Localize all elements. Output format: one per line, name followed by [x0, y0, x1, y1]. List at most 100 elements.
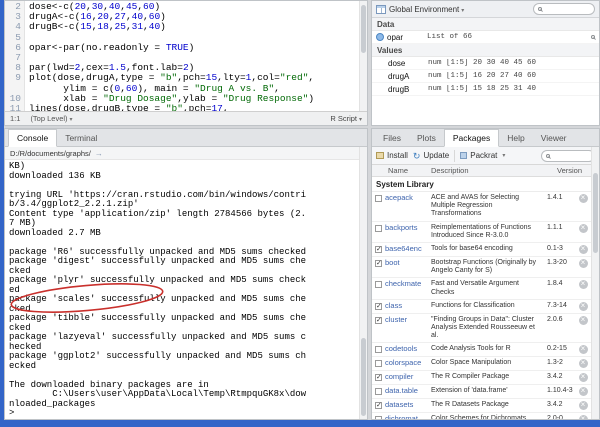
- remove-package-icon[interactable]: ×: [578, 194, 588, 203]
- package-description: Bootstrap Functions (Originally by Angel…: [431, 259, 537, 275]
- package-name-link[interactable]: compiler: [385, 373, 431, 381]
- file-type-selector[interactable]: R Script ▾: [330, 114, 362, 123]
- update-button[interactable]: ↻ Update: [413, 151, 449, 160]
- console-line: >: [9, 408, 15, 418]
- tab-help[interactable]: Help: [499, 129, 532, 146]
- environment-item[interactable]: drugB num [1:5] 15 18 25 31 40: [372, 83, 599, 96]
- editor-code[interactable]: dose<-c(20,30,40,45,60) drugA<-c(16,20,27…: [25, 1, 359, 111]
- tab-files[interactable]: Files: [375, 129, 409, 146]
- install-icon: [376, 152, 384, 159]
- environment-search-input[interactable]: [545, 5, 590, 13]
- package-loaded-checkbox[interactable]: ✓: [375, 374, 382, 382]
- package-loaded-checkbox[interactable]: ✓: [375, 246, 382, 254]
- package-row: ✓ base64enc Tools for base64 encoding 0.1-3…: [372, 243, 591, 258]
- tab-plots[interactable]: Plots: [409, 129, 444, 146]
- list-object-icon[interactable]: [376, 33, 384, 41]
- package-checkbox-cell: ✓: [372, 316, 385, 324]
- remove-package-icon[interactable]: ×: [578, 373, 588, 383]
- package-checkbox-cell: ✓: [372, 401, 385, 410]
- remove-package-icon[interactable]: ×: [578, 359, 588, 369]
- package-loaded-checkbox[interactable]: [375, 388, 382, 396]
- environment-item-value: num [1:5] 15 18 25 31 40: [428, 85, 537, 93]
- remove-package-icon[interactable]: ×: [578, 245, 588, 255]
- environment-item[interactable]: drugA num [1:5] 16 20 27 40 60: [372, 70, 599, 83]
- remove-package-icon[interactable]: ×: [578, 280, 588, 290]
- package-version: 1.4.1: [547, 194, 563, 201]
- console-line: package 'scales' successfully unpacked a…: [9, 294, 307, 304]
- package-loaded-checkbox[interactable]: [375, 224, 382, 232]
- remove-package-icon[interactable]: ×: [578, 415, 588, 419]
- packages-scrollbar-thumb[interactable]: [593, 173, 598, 253]
- package-row: dichromat Color Schemes for Dichromats 2.0…: [372, 413, 591, 419]
- remove-package-icon[interactable]: ×: [578, 315, 588, 325]
- packrat-icon: [460, 152, 468, 159]
- environment-pane: Global Environment ▾ Data opar List of 66 Va…: [371, 0, 600, 126]
- packages-search-input[interactable]: [553, 152, 590, 159]
- package-name-link[interactable]: acepack: [385, 193, 431, 202]
- package-description: Fast and Versatile Argument Checks: [431, 280, 519, 296]
- package-version: 1.10.4-3: [547, 387, 573, 395]
- package-name-link[interactable]: dichromat: [385, 415, 431, 419]
- editor-scrollbar-thumb[interactable]: [361, 5, 366, 53]
- package-checkbox-cell: [372, 194, 385, 202]
- tab-console[interactable]: Console: [8, 129, 58, 147]
- environment-item[interactable]: opar List of 66: [372, 31, 599, 44]
- tab-packages[interactable]: Packages: [443, 129, 500, 147]
- package-name-link[interactable]: data.table: [385, 387, 431, 395]
- package-loaded-checkbox[interactable]: [375, 360, 382, 368]
- code-line: lines(dose,drugB,type = "b",pch=17,: [29, 102, 229, 111]
- package-description: The R Compiler Package: [431, 373, 510, 381]
- remove-package-icon[interactable]: ×: [578, 387, 588, 397]
- code-line: drugB<-c(15,18,25,31,40): [29, 21, 166, 33]
- package-name-link[interactable]: cluster: [385, 315, 431, 324]
- environment-scope-dropdown[interactable]: Global Environment ▾: [389, 5, 464, 14]
- environment-item-name: drugB: [388, 84, 410, 94]
- remove-package-icon[interactable]: ×: [578, 345, 588, 355]
- package-name-link[interactable]: class: [385, 301, 431, 310]
- package-loaded-checkbox[interactable]: ✓: [375, 260, 382, 268]
- package-name-link[interactable]: codetools: [385, 345, 431, 353]
- package-remove-cell: ×: [577, 315, 589, 325]
- console-scrollbar-thumb[interactable]: [361, 338, 366, 416]
- package-loaded-checkbox[interactable]: [375, 195, 382, 202]
- remove-package-icon[interactable]: ×: [578, 259, 588, 269]
- package-loaded-checkbox[interactable]: ✓: [375, 316, 382, 324]
- search-icon: [538, 7, 542, 11]
- package-remove-cell: ×: [577, 280, 589, 290]
- packrat-button[interactable]: Packrat ▾: [460, 151, 505, 160]
- editor-scrollbar: [359, 1, 367, 111]
- package-version: 3.4.2: [547, 373, 563, 381]
- tab-viewer[interactable]: Viewer: [533, 129, 575, 146]
- package-remove-cell: ×: [577, 259, 589, 269]
- gutter-line-number: 9: [15, 72, 21, 84]
- package-description: Color Space Manipulation: [431, 359, 512, 367]
- package-loaded-checkbox[interactable]: [375, 346, 382, 354]
- install-button[interactable]: Install: [376, 151, 408, 160]
- open-folder-icon[interactable]: →: [95, 149, 103, 158]
- package-loaded-checkbox[interactable]: [375, 281, 382, 289]
- console-working-dir-bar: D:/R/documents/graphs/ →: [5, 147, 367, 160]
- package-version: 1.8.4: [547, 280, 563, 288]
- tab-terminal[interactable]: Terminal: [57, 129, 105, 146]
- search-icon: [591, 35, 595, 39]
- scope-selector[interactable]: (Top Level) ▾: [30, 114, 72, 123]
- package-name-link[interactable]: datasets: [385, 401, 431, 409]
- package-name-link[interactable]: backports: [385, 223, 431, 232]
- remove-package-icon[interactable]: ×: [578, 223, 588, 233]
- environment-item-name: opar: [387, 32, 404, 42]
- package-remove-cell: ×: [577, 373, 589, 383]
- package-loaded-checkbox[interactable]: ✓: [375, 402, 382, 410]
- packages-pane: Files Plots Packages Help Viewer Install ↻ U…: [371, 128, 600, 420]
- package-name-link[interactable]: base64enc: [385, 244, 431, 253]
- console-output[interactable]: KB) downloaded 136 KB trying URL 'https:/…: [5, 160, 359, 419]
- remove-package-icon[interactable]: ×: [578, 301, 588, 311]
- environment-item[interactable]: dose num [1:5] 20 30 40 45 60: [372, 57, 599, 70]
- package-name-link[interactable]: checkmate: [385, 280, 431, 288]
- package-loaded-checkbox[interactable]: [375, 416, 382, 419]
- package-loaded-checkbox[interactable]: ✓: [375, 302, 382, 310]
- remove-package-icon[interactable]: ×: [578, 401, 588, 411]
- code-editor[interactable]: 23456789 10 11 dose<-c(20,30,40,45,60) dru…: [5, 1, 359, 114]
- inspect-icon[interactable]: [591, 35, 595, 39]
- package-name-link[interactable]: boot: [385, 258, 431, 267]
- package-name-link[interactable]: colorspace: [385, 359, 431, 367]
